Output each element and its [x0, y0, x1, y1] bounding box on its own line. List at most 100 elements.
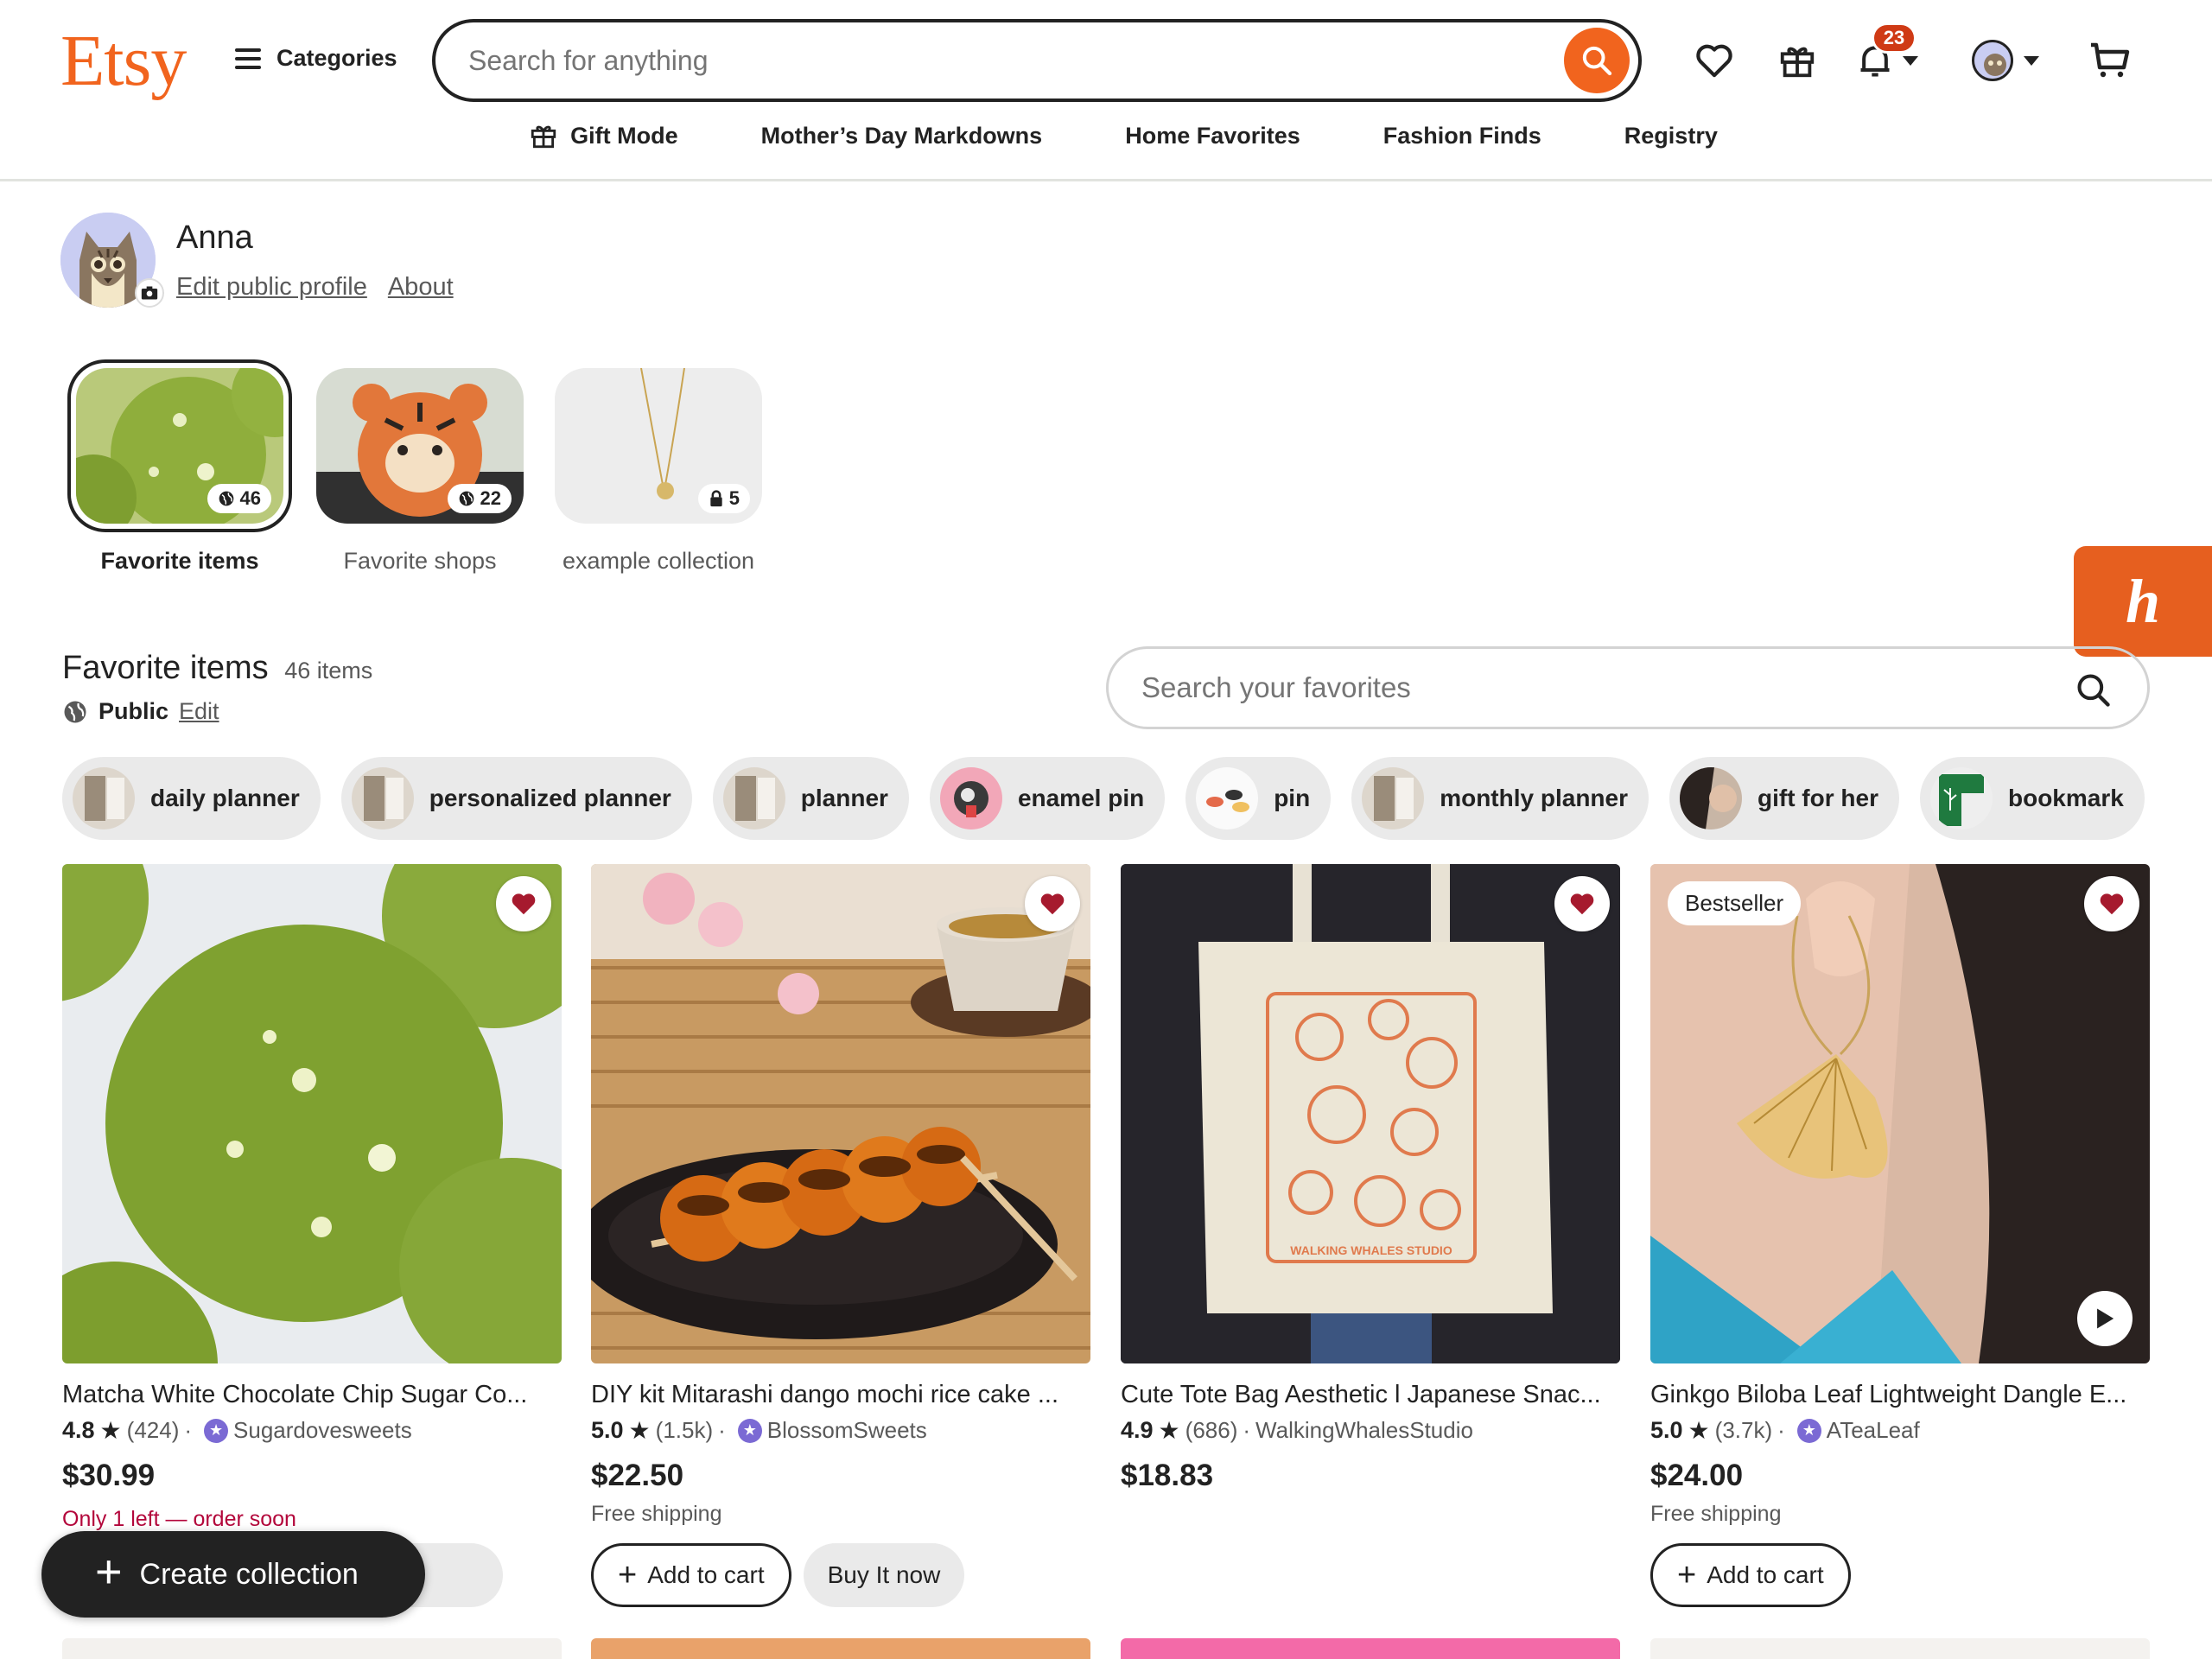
- shop-name[interactable]: ATeaLeaf: [1827, 1417, 1920, 1444]
- listing-price: $22.50: [591, 1459, 684, 1492]
- favorites-title: Favorite items 46 items: [62, 650, 372, 687]
- listing-title[interactable]: DIY kit Mitarashi dango mochi rice cake …: [591, 1381, 1090, 1409]
- listing-title[interactable]: Matcha White Chocolate Chip Sugar Co...: [62, 1381, 562, 1409]
- add-to-cart-button[interactable]: + Add to cart: [1650, 1543, 1851, 1607]
- chip-label: personalized planner: [429, 785, 671, 811]
- search-icon[interactable]: [2075, 671, 2113, 709]
- chip-pin[interactable]: pin: [1185, 757, 1332, 840]
- about-link[interactable]: About: [388, 273, 454, 302]
- listing-card[interactable]: Bestseller Ginkgo Biloba Leaf Lightweigh…: [1650, 864, 2150, 1527]
- account-menu-button[interactable]: [1972, 36, 2050, 85]
- listing-image-next[interactable]: [1121, 1638, 1620, 1659]
- listing-card[interactable]: WALKING WHALES STUDIO Cute Tote Bag Aest…: [1121, 864, 1620, 1493]
- search-button[interactable]: [1564, 28, 1630, 93]
- plus-icon: +: [95, 1546, 123, 1598]
- plus-icon: +: [618, 1557, 638, 1593]
- listing-card[interactable]: Matcha White Chocolate Chip Sugar Co... …: [62, 864, 562, 1532]
- star-icon: ★: [1158, 1417, 1180, 1444]
- nav-item-home-favorites[interactable]: Home Favorites: [1125, 121, 1300, 150]
- change-photo-button[interactable]: [135, 278, 164, 308]
- play-video-button[interactable]: [2077, 1291, 2133, 1346]
- chip-image: [73, 767, 135, 830]
- menu-icon: [235, 48, 261, 69]
- nav-item-mothers-day[interactable]: Mother’s Day Markdowns: [761, 121, 1043, 150]
- chip-personalized-planner[interactable]: personalized planner: [340, 757, 692, 840]
- favorite-button[interactable]: [1025, 876, 1080, 931]
- star-seller-icon: ★: [1796, 1418, 1821, 1443]
- listing-image[interactable]: Bestseller: [1650, 864, 2150, 1363]
- collection-count-pill: 5: [697, 484, 750, 513]
- separator: ·: [718, 1417, 726, 1443]
- listing-title[interactable]: Ginkgo Biloba Leaf Lightweight Dangle E.…: [1650, 1381, 2150, 1409]
- add-to-cart-button[interactable]: + Add to cart: [591, 1543, 791, 1607]
- edit-profile-link[interactable]: Edit public profile: [176, 273, 367, 302]
- chip-bookmark[interactable]: bookmark: [1920, 757, 2145, 840]
- collection-favorite-shops[interactable]: 22 Favorite shops: [308, 359, 532, 577]
- star-seller-icon: ★: [737, 1418, 762, 1443]
- listing-image[interactable]: [62, 864, 562, 1363]
- chevron-down-icon: [1903, 55, 1918, 66]
- cart-button[interactable]: [2086, 36, 2134, 85]
- favorites-button[interactable]: [1690, 36, 1738, 85]
- shop-name[interactable]: BlossomSweets: [767, 1417, 927, 1444]
- chip-planner[interactable]: planner: [712, 757, 909, 840]
- create-collection-button[interactable]: + Create collection: [41, 1531, 425, 1618]
- chip-image: [1196, 767, 1259, 830]
- collection-label: Favorite items: [100, 548, 259, 574]
- star-icon: ★: [99, 1417, 122, 1444]
- shop-name[interactable]: WalkingWhalesStudio: [1255, 1417, 1473, 1444]
- nav-item-label: Fashion Finds: [1382, 122, 1541, 149]
- nav-item-label: Home Favorites: [1125, 122, 1300, 149]
- collection-example[interactable]: 5 example collection: [546, 359, 771, 577]
- shipping-note: Free shipping: [591, 1502, 722, 1526]
- category-nav: Gift Mode Mother’s Day Markdowns Home Fa…: [0, 121, 2212, 150]
- favorite-button[interactable]: [1554, 876, 1610, 931]
- collection-count: 22: [480, 487, 501, 509]
- review-count: (686): [1185, 1417, 1238, 1443]
- card-actions: + Add to cart: [1650, 1543, 1851, 1607]
- buy-it-now-button[interactable]: Buy It now: [803, 1543, 965, 1607]
- button-label: Add to cart: [647, 1561, 765, 1588]
- button-label: Add to cart: [1707, 1561, 1824, 1588]
- nav-item-label: Mother’s Day Markdowns: [760, 122, 1043, 149]
- separator: ·: [1777, 1417, 1785, 1443]
- chevron-down-icon: [2024, 55, 2039, 66]
- listing-image-next[interactable]: [1650, 1638, 2150, 1659]
- chip-daily-planner[interactable]: daily planner: [62, 757, 321, 840]
- favorite-button[interactable]: [2084, 876, 2139, 931]
- star-seller-icon: ★: [204, 1418, 229, 1443]
- listing-rating: 5.0 ★ (1.5k) · ★ BlossomSweets: [591, 1416, 1090, 1445]
- listing-price: $30.99: [62, 1459, 156, 1492]
- chip-label: daily planner: [150, 785, 300, 811]
- gift-mode-button[interactable]: [1773, 36, 1821, 85]
- notification-count-badge: 23: [1872, 22, 1916, 54]
- chip-label: gift for her: [1758, 785, 1878, 811]
- chip-enamel-pin[interactable]: enamel pin: [929, 757, 1166, 840]
- listing-title[interactable]: Cute Tote Bag Aesthetic l Japanese Snac.…: [1121, 1381, 1620, 1409]
- chip-gift-for-her[interactable]: gift for her: [1669, 757, 1899, 840]
- listing-card[interactable]: DIY kit Mitarashi dango mochi rice cake …: [591, 864, 1090, 1527]
- heart-filled-icon: [1570, 893, 1594, 915]
- heart-icon: [1696, 44, 1732, 78]
- shop-name[interactable]: Sugardovesweets: [233, 1417, 412, 1444]
- etsy-logo[interactable]: Etsy: [60, 19, 187, 103]
- collection-favorite-items[interactable]: 46 Favorite items: [67, 359, 292, 577]
- listing-image-next[interactable]: [591, 1638, 1090, 1659]
- button-label: Create collection: [139, 1557, 359, 1591]
- site-search-input[interactable]: [468, 44, 1505, 77]
- favorite-button[interactable]: [496, 876, 551, 931]
- listing-image[interactable]: [591, 864, 1090, 1363]
- nav-item-gift-mode[interactable]: Gift Mode: [529, 121, 678, 150]
- chip-monthly-planner[interactable]: monthly planner: [1351, 757, 1649, 840]
- listing-image[interactable]: WALKING WHALES STUDIO: [1121, 864, 1620, 1363]
- chip-image: [1680, 767, 1742, 830]
- favorites-title-text: Favorite items: [62, 650, 269, 686]
- bestseller-badge: Bestseller: [1668, 881, 1802, 925]
- favorites-search-input[interactable]: [1141, 671, 2049, 704]
- edit-visibility-link[interactable]: Edit: [179, 698, 219, 725]
- honey-extension-button[interactable]: h: [2074, 546, 2212, 657]
- categories-button[interactable]: Categories: [235, 45, 397, 72]
- nav-item-registry[interactable]: Registry: [1624, 121, 1718, 150]
- listing-image-next[interactable]: [62, 1638, 562, 1659]
- nav-item-fashion-finds[interactable]: Fashion Finds: [1383, 121, 1541, 150]
